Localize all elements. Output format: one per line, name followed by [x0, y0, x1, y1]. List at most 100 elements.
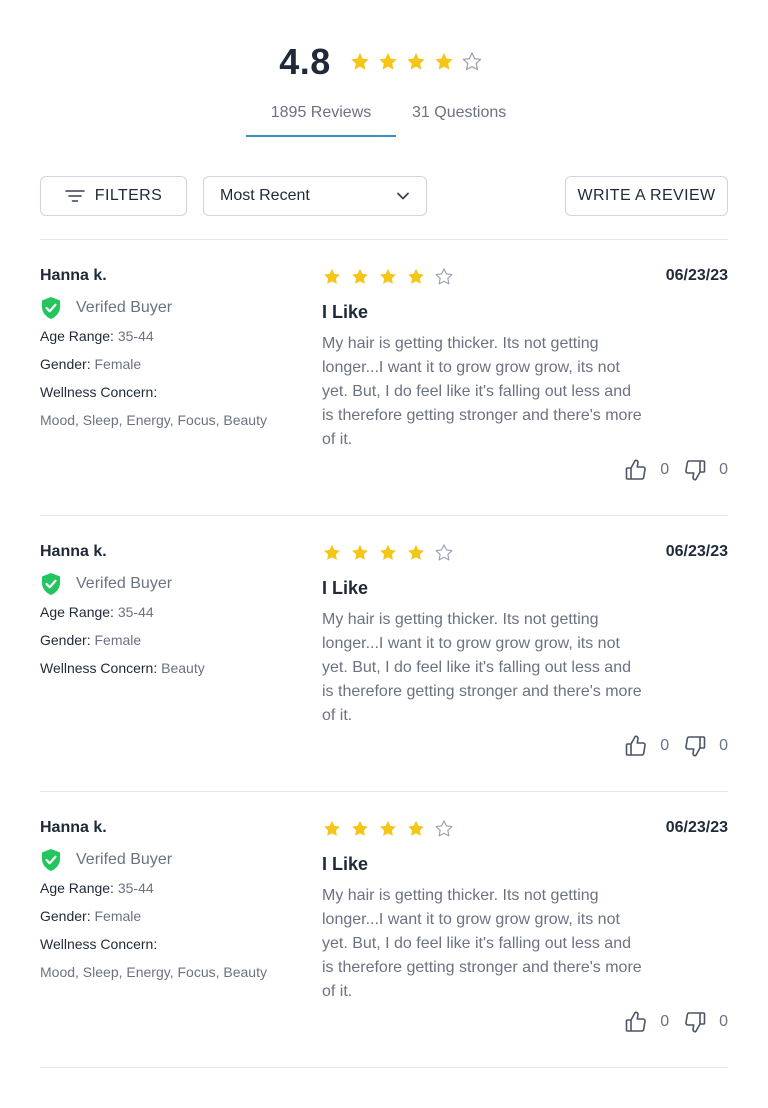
verified-shield-icon — [42, 297, 60, 319]
star-empty-icon — [434, 267, 454, 287]
reviewer-info: Hanna k. Verifed Buyer Age Range: 35-44 … — [40, 818, 310, 986]
review-date: 06/23/23 — [665, 267, 728, 284]
helpful-votes: 0 0 — [624, 734, 728, 758]
verified-badge: Verifed Buyer — [40, 572, 310, 596]
thumbs-up-count: 0 — [660, 1013, 670, 1030]
chevron-down-icon — [397, 192, 409, 200]
star-filled-icon — [405, 51, 427, 73]
tab-questions[interactable]: 31 Questions — [412, 100, 506, 137]
gender-value: Female — [94, 356, 142, 372]
star-filled-icon — [378, 819, 398, 839]
review-toolbar: FILTERS Most Recent WRITE A REVIEW — [40, 176, 728, 216]
star-filled-icon — [322, 267, 342, 287]
review-title: I Like — [322, 854, 369, 874]
rating-summary: 4.8 — [0, 40, 768, 84]
wellness-concern-label: Wellness Concern: — [40, 936, 158, 952]
review-date: 06/23/23 — [665, 543, 728, 560]
star-filled-icon — [322, 819, 342, 839]
verified-label: Verifed Buyer — [76, 851, 173, 868]
verified-badge: Verifed Buyer — [40, 848, 310, 872]
wellness-concern-label: Wellness Concern: — [40, 660, 158, 676]
average-stars — [349, 51, 489, 73]
star-filled-icon — [350, 819, 370, 839]
gender-label: Gender: — [40, 356, 91, 372]
divider — [40, 239, 728, 240]
reviewer-name: Hanna k. — [40, 543, 107, 560]
verified-label: Verifed Buyer — [76, 575, 173, 592]
wellness-concern: Wellness Concern: Beauty — [40, 654, 310, 682]
age-range-value: 35-44 — [117, 604, 154, 620]
wellness-concern-value: Mood, Sleep, Energy, Focus, Beauty — [40, 412, 267, 428]
thumbs-down-icon — [685, 1012, 706, 1033]
reviewer-info: Hanna k. Verifed Buyer Age Range: 35-44 … — [40, 266, 310, 434]
star-filled-icon — [406, 543, 426, 563]
thumbs-up-button[interactable]: 0 — [624, 734, 669, 758]
tab-reviews[interactable]: 1895 Reviews — [246, 100, 396, 137]
review-card: Hanna k. Verifed Buyer Age Range: 35-44 … — [40, 818, 728, 1094]
thumbs-up-icon — [625, 735, 646, 756]
review-body: My hair is getting thicker. Its not gett… — [322, 335, 642, 448]
star-filled-icon — [350, 543, 370, 563]
filters-button[interactable]: FILTERS — [40, 176, 187, 216]
helpful-votes: 0 0 — [624, 1010, 728, 1034]
review-body: My hair is getting thicker. Its not gett… — [322, 611, 642, 724]
star-empty-icon — [434, 543, 454, 563]
star-filled-icon — [322, 543, 342, 563]
sort-value: Most Recent — [220, 187, 310, 204]
gender: Gender: Female — [40, 350, 310, 378]
gender-value: Female — [94, 908, 142, 924]
review-content: 06/23/23 I Like My hair is getting thick… — [322, 542, 728, 728]
filters-label: FILTERS — [94, 187, 163, 204]
thumbs-down-button[interactable]: 0 — [683, 734, 728, 758]
thumbs-up-count: 0 — [660, 461, 670, 478]
verified-label: Verifed Buyer — [76, 299, 173, 316]
thumbs-down-button[interactable]: 0 — [683, 458, 728, 482]
write-review-button[interactable]: WRITE A REVIEW — [565, 176, 728, 216]
reviewer-name: Hanna k. — [40, 267, 107, 284]
age-range: Age Range: 35-44 — [40, 874, 310, 902]
verified-shield-icon — [42, 849, 60, 871]
verified-badge: Verifed Buyer — [40, 296, 310, 320]
star-filled-icon — [350, 267, 370, 287]
star-filled-icon — [378, 543, 398, 563]
sort-select[interactable]: Most Recent — [203, 176, 427, 216]
age-range: Age Range: 35-44 — [40, 322, 310, 350]
age-range-value: 35-44 — [117, 880, 154, 896]
thumbs-down-count: 0 — [719, 737, 728, 754]
thumbs-down-count: 0 — [719, 1013, 728, 1030]
divider — [40, 791, 728, 792]
star-filled-icon — [406, 267, 426, 287]
age-range: Age Range: 35-44 — [40, 598, 310, 626]
star-empty-icon — [461, 51, 483, 73]
thumbs-down-button[interactable]: 0 — [683, 1010, 728, 1034]
review-tabs: 1895 Reviews 31 Questions — [246, 100, 506, 137]
review-title: I Like — [322, 302, 369, 322]
reviewer-name: Hanna k. — [40, 819, 107, 836]
age-range-label: Age Range: — [40, 880, 114, 896]
star-filled-icon — [377, 51, 399, 73]
star-filled-icon — [406, 819, 426, 839]
average-rating: 4.8 — [279, 41, 331, 82]
wellness-concern-value: Beauty — [161, 660, 205, 676]
star-filled-icon — [378, 267, 398, 287]
thumbs-up-icon — [625, 1011, 646, 1032]
filter-lines-icon — [64, 190, 85, 202]
age-range-label: Age Range: — [40, 604, 114, 620]
thumbs-up-button[interactable]: 0 — [624, 458, 669, 482]
review-card: Hanna k. Verifed Buyer Age Range: 35-44 … — [40, 542, 728, 818]
gender-label: Gender: — [40, 632, 91, 648]
gender-value: Female — [94, 632, 142, 648]
review-body: My hair is getting thicker. Its not gett… — [322, 887, 642, 1000]
thumbs-down-count: 0 — [719, 461, 728, 478]
divider — [40, 515, 728, 516]
thumbs-down-icon — [685, 736, 706, 757]
wellness-concern-value: Mood, Sleep, Energy, Focus, Beauty — [40, 964, 267, 980]
gender: Gender: Female — [40, 626, 310, 654]
thumbs-up-icon — [625, 459, 646, 480]
age-range-label: Age Range: — [40, 328, 114, 344]
age-range-value: 35-44 — [117, 328, 154, 344]
wellness-concern-label: Wellness Concern: — [40, 384, 158, 400]
thumbs-up-count: 0 — [660, 737, 670, 754]
review-date: 06/23/23 — [665, 819, 728, 836]
thumbs-up-button[interactable]: 0 — [624, 1010, 669, 1034]
